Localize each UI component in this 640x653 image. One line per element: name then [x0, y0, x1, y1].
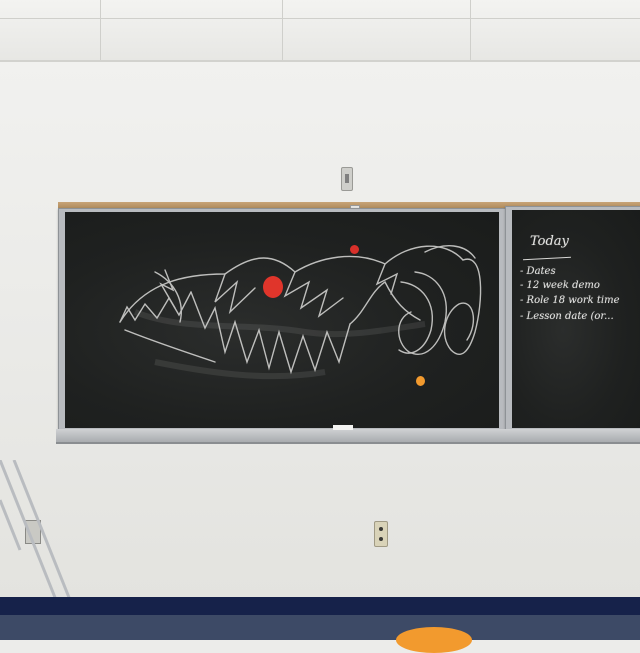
board-line-4: - Lesson date (or...	[520, 311, 614, 322]
wall-outlet	[374, 521, 388, 547]
board-line-1: - Dates	[520, 266, 556, 277]
left-chalkboard	[65, 212, 499, 428]
red-magnet-small[interactable]	[350, 245, 359, 254]
chalk-tray	[56, 429, 640, 444]
board-line-2: - 12 week demo	[520, 280, 600, 291]
chalk-drawing	[119, 245, 482, 380]
classroom-scene: Today - Dates - 12 week demo - Role 18 w…	[0, 0, 640, 653]
board-title: Today	[530, 234, 569, 249]
chalk-eraser[interactable]	[333, 425, 353, 430]
board-line-3: - Role 18 work time	[520, 295, 620, 306]
light-switch[interactable]	[341, 167, 353, 191]
red-magnet-large[interactable]	[263, 276, 283, 298]
carpet	[0, 615, 640, 640]
orange-magnet[interactable]	[416, 376, 425, 386]
baseboard	[0, 597, 640, 615]
orange-stool[interactable]	[396, 627, 472, 653]
ceiling	[0, 0, 640, 62]
